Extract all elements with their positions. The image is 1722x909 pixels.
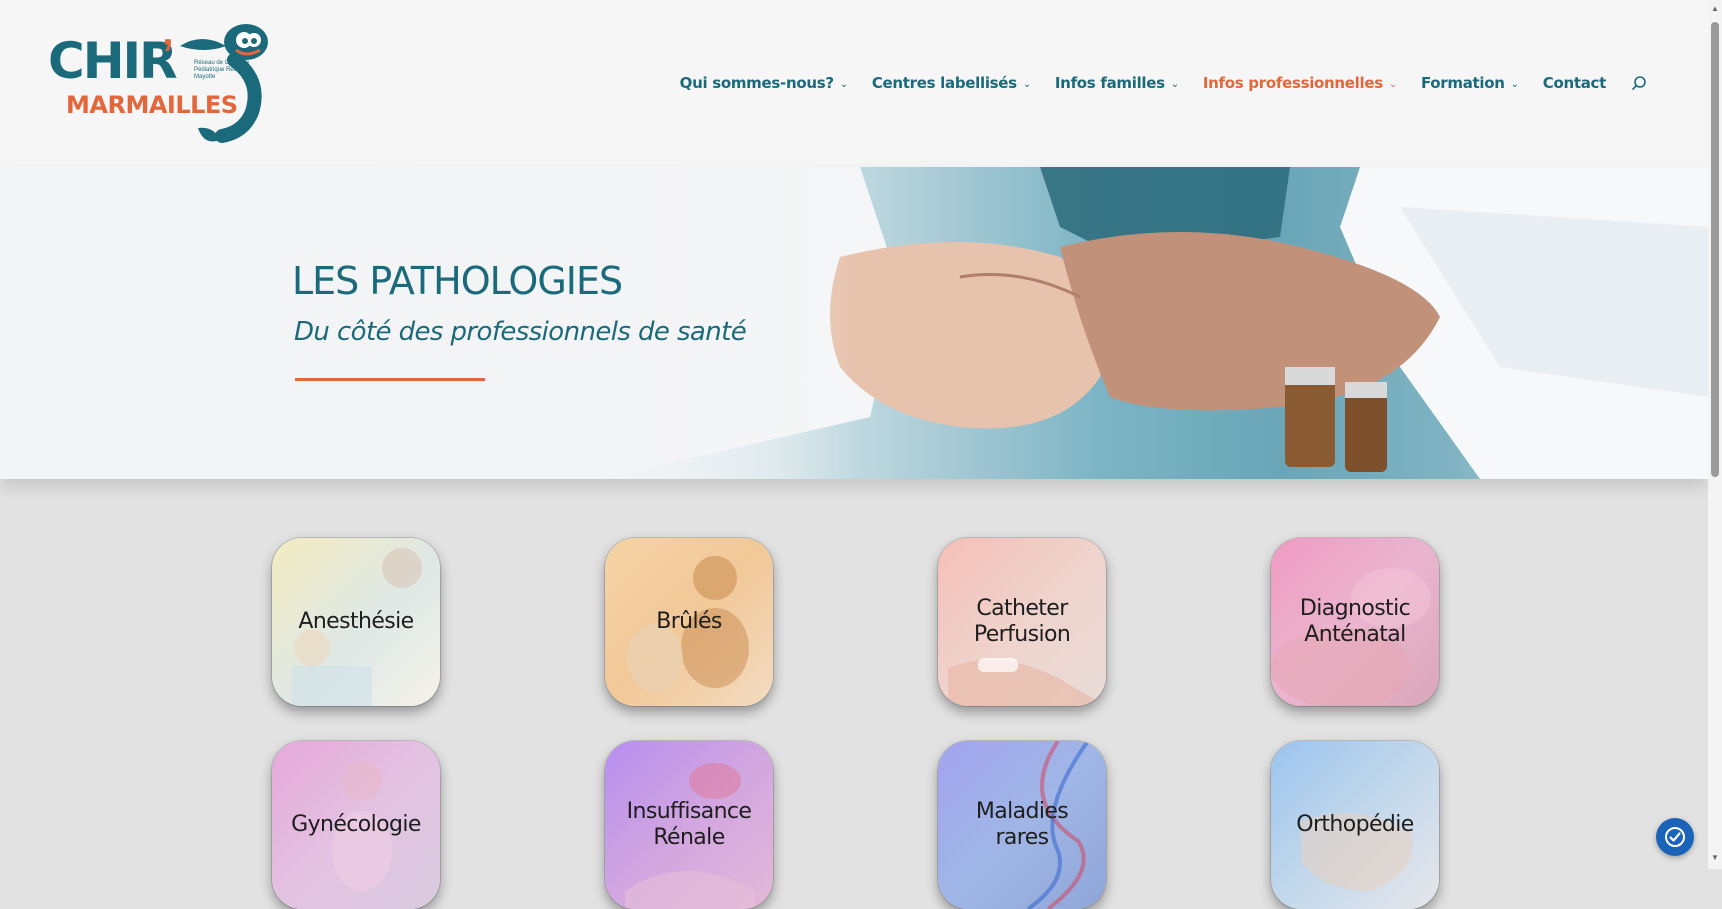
tile-label: Insuffisance Rénale xyxy=(626,799,752,850)
page-subtitle: Du côté des professionnels de santé xyxy=(294,317,747,347)
chevron-down-icon: ⌄ xyxy=(1510,78,1519,90)
tile-gynecologie[interactable]: Gynécologie xyxy=(272,741,440,909)
chevron-down-icon: ⌄ xyxy=(1170,78,1179,90)
nav-item-label: Contact xyxy=(1542,74,1607,92)
tile-maladies-rares[interactable]: Maladies rares xyxy=(938,741,1106,909)
turtle-mascot-icon xyxy=(180,24,268,143)
nav-item-label: Formation xyxy=(1420,74,1505,92)
tile-label: Brûlés xyxy=(656,609,722,634)
tile-label: Orthopédie xyxy=(1296,812,1414,837)
nav-item-infos-familles[interactable]: Infos familles ⌄ xyxy=(1055,74,1179,92)
site-logo[interactable]: CHIR ’ Réseau de Chirurgie Pédiatrique R… xyxy=(44,20,284,150)
accessibility-check-icon xyxy=(1665,827,1685,847)
hero-photo-fist-bump xyxy=(0,167,1708,479)
hero-banner: LES PATHOLOGIES Du côté des professionne… xyxy=(0,167,1708,479)
tile-orthopedie[interactable]: Orthopédie xyxy=(1271,741,1439,909)
nav-item-label: Centres labellisés xyxy=(871,74,1017,92)
title-underline-divider xyxy=(295,378,485,381)
search-icon xyxy=(1631,76,1646,91)
nav-item-qui-sommes-nous[interactable]: Qui sommes-nous? ⌄ xyxy=(679,74,849,92)
nav-item-contact[interactable]: Contact xyxy=(1542,74,1607,92)
accessibility-widget-button[interactable] xyxy=(1656,818,1694,856)
tile-label: Gynécologie xyxy=(291,812,421,837)
logo-apostrophe: ’ xyxy=(162,30,174,77)
tile-label: Diagnostic Anténatal xyxy=(1299,596,1411,647)
tile-label: Maladies rares xyxy=(975,799,1069,850)
tile-insuffisance-renale[interactable]: Insuffisance Rénale xyxy=(605,741,773,909)
tile-diagnostic-antenatal[interactable]: Diagnostic Anténatal xyxy=(1271,538,1439,706)
logo-chir-text: CHIR xyxy=(48,32,178,90)
nav-item-centres-labellises[interactable]: Centres labellisés ⌄ xyxy=(872,74,1031,92)
nav-item-label: Infos familles xyxy=(1054,74,1165,92)
chevron-down-icon: ⌄ xyxy=(1022,78,1031,90)
chevron-down-icon: ⌄ xyxy=(1388,78,1397,90)
chevron-down-icon: ⌄ xyxy=(839,78,848,90)
logo-marmailles-text: MARMAILLES xyxy=(66,91,238,119)
logo-tagline: Réseau de Chirurgie Pédiatrique Réunion … xyxy=(194,60,253,80)
nav-item-formation[interactable]: Formation ⌄ xyxy=(1421,74,1519,92)
page-title: LES PATHOLOGIES xyxy=(292,259,623,303)
site-header: CHIR ’ Réseau de Chirurgie Pédiatrique R… xyxy=(0,0,1708,168)
pathology-grid: Anesthésie Brûlés Catheter Perfusion Diag… xyxy=(0,479,1708,909)
tile-catheter-perfusion[interactable]: Catheter Perfusion xyxy=(938,538,1106,706)
tile-label: Anesthésie xyxy=(298,609,414,634)
nav-item-label: Qui sommes-nous? xyxy=(679,74,834,92)
nav-item-infos-professionnelles[interactable]: Infos professionnelles ⌄ xyxy=(1203,74,1397,92)
tile-brules[interactable]: Brûlés xyxy=(605,538,773,706)
scrollbar-thumb[interactable] xyxy=(1711,22,1719,477)
scroll-up-arrow-icon[interactable]: ▲ xyxy=(1710,4,1720,14)
nav-item-label: Infos professionnelles xyxy=(1202,74,1383,92)
tile-label: Catheter Perfusion xyxy=(973,596,1071,647)
scroll-down-arrow-icon[interactable]: ▼ xyxy=(1710,853,1720,863)
main-navigation: Qui sommes-nous? ⌄ Centres labellisés ⌄ … xyxy=(680,74,1648,92)
tile-anesthesie[interactable]: Anesthésie xyxy=(272,538,440,706)
search-button[interactable] xyxy=(1630,74,1648,92)
